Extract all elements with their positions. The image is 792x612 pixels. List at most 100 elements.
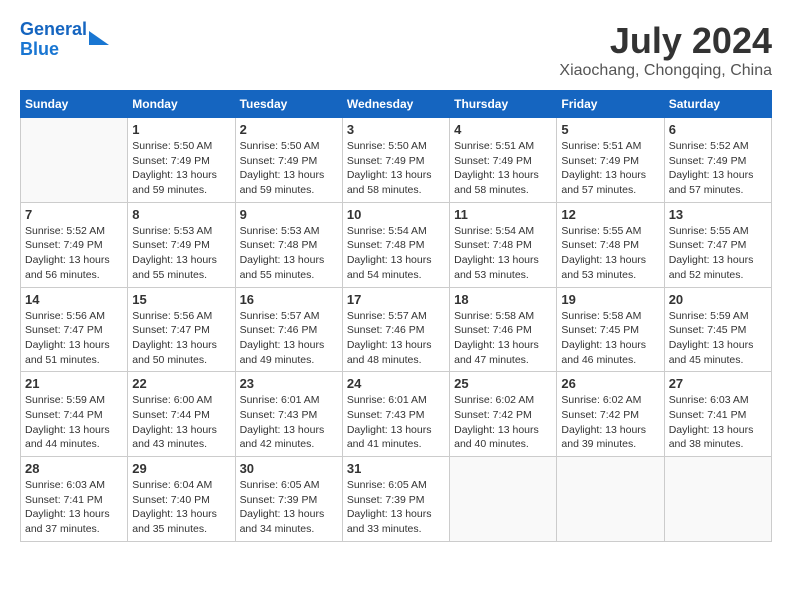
calendar-table: SundayMondayTuesdayWednesdayThursdayFrid… [20, 90, 772, 542]
day-number: 15 [132, 292, 230, 307]
day-info: Sunrise: 5:55 AM Sunset: 7:48 PM Dayligh… [561, 224, 659, 283]
day-info: Sunrise: 5:57 AM Sunset: 7:46 PM Dayligh… [347, 309, 445, 368]
day-info: Sunrise: 5:52 AM Sunset: 7:49 PM Dayligh… [25, 224, 123, 283]
logo-arrow-icon [89, 31, 109, 45]
day-info: Sunrise: 6:01 AM Sunset: 7:43 PM Dayligh… [347, 393, 445, 452]
day-number: 8 [132, 207, 230, 222]
day-info: Sunrise: 5:54 AM Sunset: 7:48 PM Dayligh… [347, 224, 445, 283]
calendar-cell [21, 118, 128, 203]
day-number: 29 [132, 461, 230, 476]
day-info: Sunrise: 6:04 AM Sunset: 7:40 PM Dayligh… [132, 478, 230, 537]
day-info: Sunrise: 5:58 AM Sunset: 7:45 PM Dayligh… [561, 309, 659, 368]
day-info: Sunrise: 5:59 AM Sunset: 7:45 PM Dayligh… [669, 309, 767, 368]
column-header-tuesday: Tuesday [235, 91, 342, 118]
calendar-cell: 10 Sunrise: 5:54 AM Sunset: 7:48 PM Dayli… [342, 202, 449, 287]
day-number: 7 [25, 207, 123, 222]
logo: General Blue [20, 20, 109, 60]
calendar-week-row: 28Sunrise: 6:03 AM Sunset: 7:41 PM Dayli… [21, 457, 772, 542]
calendar-cell: 12 Sunrise: 5:55 AM Sunset: 7:48 PM Dayli… [557, 202, 664, 287]
day-number: 2 [240, 122, 338, 137]
day-info: Sunrise: 6:02 AM Sunset: 7:42 PM Dayligh… [561, 393, 659, 452]
day-info: Sunrise: 5:53 AM Sunset: 7:49 PM Dayligh… [132, 224, 230, 283]
column-header-saturday: Saturday [664, 91, 771, 118]
calendar-cell: 3 Sunrise: 5:50 AM Sunset: 7:49 PM Daylig… [342, 118, 449, 203]
day-number: 4 [454, 122, 552, 137]
day-number: 6 [669, 122, 767, 137]
calendar-cell: 20 Sunrise: 5:59 AM Sunset: 7:45 PM Dayli… [664, 287, 771, 372]
day-number: 31 [347, 461, 445, 476]
calendar-cell [450, 457, 557, 542]
logo-line2: Blue [20, 39, 59, 59]
day-info: Sunrise: 5:57 AM Sunset: 7:46 PM Dayligh… [240, 309, 338, 368]
calendar-week-row: 1 Sunrise: 5:50 AM Sunset: 7:49 PM Daylig… [21, 118, 772, 203]
day-number: 18 [454, 292, 552, 307]
calendar-cell: 16 Sunrise: 5:57 AM Sunset: 7:46 PM Dayli… [235, 287, 342, 372]
day-number: 1 [132, 122, 230, 137]
page-subtitle: Xiaochang, Chongqing, China [559, 62, 772, 80]
day-number: 17 [347, 292, 445, 307]
day-number: 10 [347, 207, 445, 222]
day-info: Sunrise: 5:53 AM Sunset: 7:48 PM Dayligh… [240, 224, 338, 283]
day-info: Sunrise: 6:03 AM Sunset: 7:41 PM Dayligh… [669, 393, 767, 452]
day-number: 28 [25, 461, 123, 476]
calendar-cell: 14 Sunrise: 5:56 AM Sunset: 7:47 PM Dayli… [21, 287, 128, 372]
column-header-sunday: Sunday [21, 91, 128, 118]
day-info: Sunrise: 5:59 AM Sunset: 7:44 PM Dayligh… [25, 393, 123, 452]
day-info: Sunrise: 5:56 AM Sunset: 7:47 PM Dayligh… [25, 309, 123, 368]
day-info: Sunrise: 5:54 AM Sunset: 7:48 PM Dayligh… [454, 224, 552, 283]
day-info: Sunrise: 5:51 AM Sunset: 7:49 PM Dayligh… [454, 139, 552, 198]
column-header-friday: Friday [557, 91, 664, 118]
calendar-header-row: SundayMondayTuesdayWednesdayThursdayFrid… [21, 91, 772, 118]
calendar-cell: 25Sunrise: 6:02 AM Sunset: 7:42 PM Dayli… [450, 372, 557, 457]
day-number: 3 [347, 122, 445, 137]
day-info: Sunrise: 6:01 AM Sunset: 7:43 PM Dayligh… [240, 393, 338, 452]
calendar-cell: 8 Sunrise: 5:53 AM Sunset: 7:49 PM Daylig… [128, 202, 235, 287]
day-info: Sunrise: 6:05 AM Sunset: 7:39 PM Dayligh… [347, 478, 445, 537]
day-number: 12 [561, 207, 659, 222]
day-number: 24 [347, 376, 445, 391]
calendar-cell: 2Sunrise: 5:50 AM Sunset: 7:49 PM Daylig… [235, 118, 342, 203]
calendar-cell: 31 Sunrise: 6:05 AM Sunset: 7:39 PM Dayli… [342, 457, 449, 542]
column-header-wednesday: Wednesday [342, 91, 449, 118]
day-info: Sunrise: 6:05 AM Sunset: 7:39 PM Dayligh… [240, 478, 338, 537]
calendar-cell: 27Sunrise: 6:03 AM Sunset: 7:41 PM Dayli… [664, 372, 771, 457]
calendar-cell [664, 457, 771, 542]
day-info: Sunrise: 5:50 AM Sunset: 7:49 PM Dayligh… [132, 139, 230, 198]
day-info: Sunrise: 5:50 AM Sunset: 7:49 PM Dayligh… [347, 139, 445, 198]
day-number: 25 [454, 376, 552, 391]
calendar-cell: 23Sunrise: 6:01 AM Sunset: 7:43 PM Dayli… [235, 372, 342, 457]
calendar-week-row: 7 Sunrise: 5:52 AM Sunset: 7:49 PM Daylig… [21, 202, 772, 287]
title-block: July 2024 Xiaochang, Chongqing, China [559, 20, 772, 80]
calendar-week-row: 21 Sunrise: 5:59 AM Sunset: 7:44 PM Dayli… [21, 372, 772, 457]
column-header-thursday: Thursday [450, 91, 557, 118]
calendar-cell: 9 Sunrise: 5:53 AM Sunset: 7:48 PM Daylig… [235, 202, 342, 287]
day-number: 9 [240, 207, 338, 222]
calendar-cell [557, 457, 664, 542]
calendar-cell: 5Sunrise: 5:51 AM Sunset: 7:49 PM Daylig… [557, 118, 664, 203]
day-number: 13 [669, 207, 767, 222]
calendar-week-row: 14 Sunrise: 5:56 AM Sunset: 7:47 PM Dayli… [21, 287, 772, 372]
calendar-cell: 22 Sunrise: 6:00 AM Sunset: 7:44 PM Dayli… [128, 372, 235, 457]
calendar-cell: 11 Sunrise: 5:54 AM Sunset: 7:48 PM Dayli… [450, 202, 557, 287]
day-info: Sunrise: 5:56 AM Sunset: 7:47 PM Dayligh… [132, 309, 230, 368]
calendar-cell: 24 Sunrise: 6:01 AM Sunset: 7:43 PM Dayli… [342, 372, 449, 457]
calendar-cell: 1 Sunrise: 5:50 AM Sunset: 7:49 PM Daylig… [128, 118, 235, 203]
day-number: 11 [454, 207, 552, 222]
day-info: Sunrise: 6:00 AM Sunset: 7:44 PM Dayligh… [132, 393, 230, 452]
day-number: 21 [25, 376, 123, 391]
calendar-cell: 4 Sunrise: 5:51 AM Sunset: 7:49 PM Daylig… [450, 118, 557, 203]
day-number: 16 [240, 292, 338, 307]
page-title: July 2024 [559, 20, 772, 62]
calendar-cell: 26Sunrise: 6:02 AM Sunset: 7:42 PM Dayli… [557, 372, 664, 457]
calendar-cell: 21 Sunrise: 5:59 AM Sunset: 7:44 PM Dayli… [21, 372, 128, 457]
calendar-cell: 13Sunrise: 5:55 AM Sunset: 7:47 PM Dayli… [664, 202, 771, 287]
day-number: 14 [25, 292, 123, 307]
day-number: 30 [240, 461, 338, 476]
day-info: Sunrise: 5:52 AM Sunset: 7:49 PM Dayligh… [669, 139, 767, 198]
calendar-cell: 7 Sunrise: 5:52 AM Sunset: 7:49 PM Daylig… [21, 202, 128, 287]
calendar-cell: 29 Sunrise: 6:04 AM Sunset: 7:40 PM Dayli… [128, 457, 235, 542]
day-number: 20 [669, 292, 767, 307]
day-number: 22 [132, 376, 230, 391]
calendar-cell: 19Sunrise: 5:58 AM Sunset: 7:45 PM Dayli… [557, 287, 664, 372]
page-header: General Blue July 2024 Xiaochang, Chongq… [20, 20, 772, 80]
